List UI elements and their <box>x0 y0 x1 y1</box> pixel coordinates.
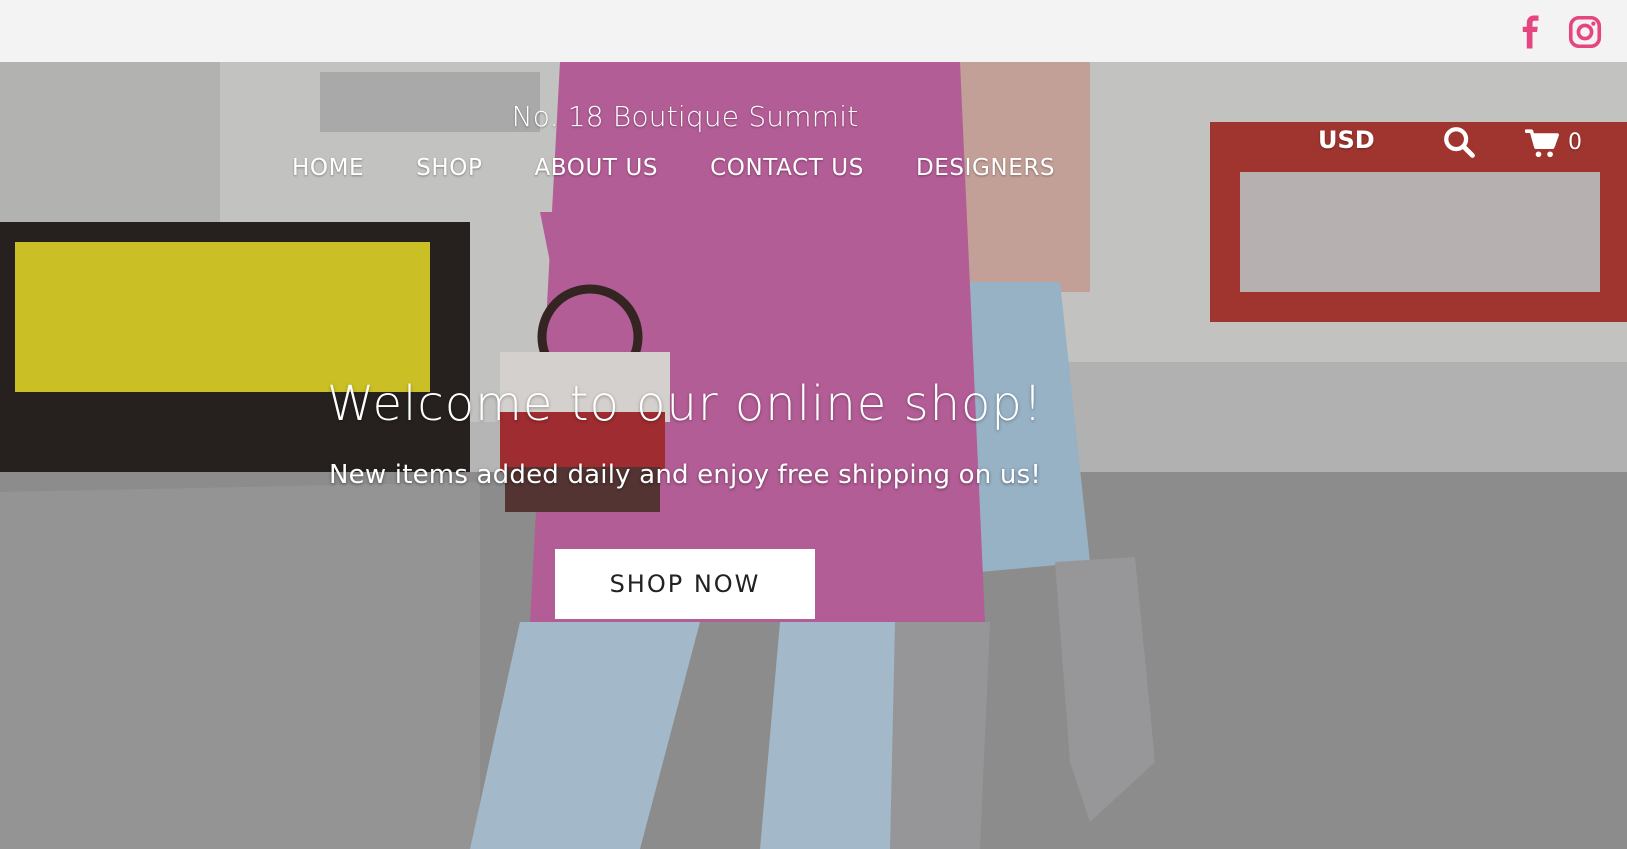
cart-count: 0 <box>1568 130 1582 155</box>
search-icon[interactable] <box>1442 124 1476 160</box>
hero-banner: No. 18 Boutique Summit HOME SHOP ABOUT U… <box>0 62 1627 849</box>
currency-selector[interactable]: USD <box>1318 126 1375 154</box>
main-nav: HOME SHOP ABOUT US CONTACT US DESIGNERS <box>292 150 1081 186</box>
site-title[interactable]: No. 18 Boutique Summit <box>0 100 1370 133</box>
shop-now-button[interactable]: SHOP NOW <box>555 549 815 619</box>
nav-home[interactable]: HOME <box>292 150 390 186</box>
instagram-icon[interactable] <box>1567 12 1603 52</box>
nav-designers[interactable]: DESIGNERS <box>890 150 1081 186</box>
facebook-icon[interactable] <box>1513 12 1549 52</box>
nav-shop[interactable]: SHOP <box>390 150 508 186</box>
cart-icon[interactable] <box>1525 128 1561 160</box>
hero-subheading: New items added daily and enjoy free shi… <box>329 460 1041 490</box>
nav-about-us[interactable]: ABOUT US <box>508 150 684 186</box>
nav-contact-us[interactable]: CONTACT US <box>684 150 890 186</box>
top-bar <box>0 0 1627 62</box>
hero-heading: Welcome to our online shop! <box>326 376 1044 432</box>
social-links <box>1513 12 1603 52</box>
